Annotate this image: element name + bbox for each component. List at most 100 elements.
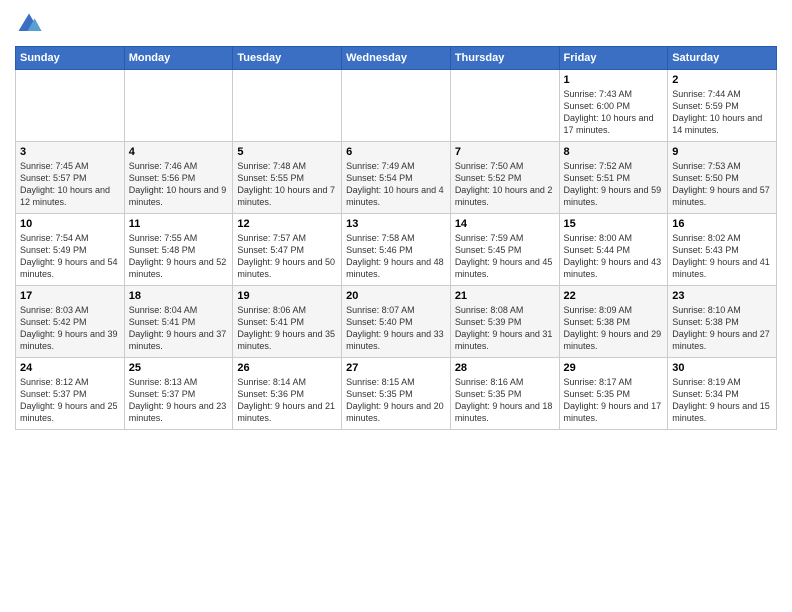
day-number: 21 [455, 290, 555, 302]
day-number: 28 [455, 362, 555, 374]
day-cell: 11 Sunrise: 7:55 AM Sunset: 5:48 PM Dayli… [124, 214, 233, 286]
day-number: 26 [237, 362, 337, 374]
day-number: 9 [672, 146, 772, 158]
day-cell: 2 Sunrise: 7:44 AM Sunset: 5:59 PM Daylig… [668, 70, 777, 142]
day-cell: 14 Sunrise: 7:59 AM Sunset: 5:45 PM Dayli… [450, 214, 559, 286]
header [15, 10, 777, 38]
column-header-sunday: Sunday [16, 47, 125, 70]
day-info: Sunrise: 8:16 AM Sunset: 5:35 PM Dayligh… [455, 376, 555, 425]
day-number: 16 [672, 218, 772, 230]
column-header-monday: Monday [124, 47, 233, 70]
day-info: Sunrise: 7:49 AM Sunset: 5:54 PM Dayligh… [346, 160, 446, 209]
day-info: Sunrise: 8:10 AM Sunset: 5:38 PM Dayligh… [672, 304, 772, 353]
day-cell: 10Sunrise: 7:54 AM Sunset: 5:49 PM Dayli… [16, 214, 125, 286]
day-number: 1 [564, 74, 664, 86]
day-cell: 24 Sunrise: 8:12 AM Sunset: 5:37 PM Dayli… [16, 358, 125, 430]
day-cell [124, 70, 233, 142]
day-info: Sunrise: 7:57 AM Sunset: 5:47 PM Dayligh… [237, 232, 337, 281]
day-info: Sunrise: 8:04 AM Sunset: 5:41 PM Dayligh… [129, 304, 229, 353]
column-header-tuesday: Tuesday [233, 47, 342, 70]
day-cell: 22 Sunrise: 8:09 AM Sunset: 5:38 PM Dayli… [559, 286, 668, 358]
day-number: 7 [455, 146, 555, 158]
day-info: Sunrise: 7:46 AM Sunset: 5:56 PM Dayligh… [129, 160, 229, 209]
day-info: Sunrise: 8:12 AM Sunset: 5:37 PM Dayligh… [20, 376, 120, 425]
day-info: Sunrise: 8:15 AM Sunset: 5:35 PM Dayligh… [346, 376, 446, 425]
day-cell: 9 Sunrise: 7:53 AM Sunset: 5:50 PM Daylig… [668, 142, 777, 214]
day-cell: 13 Sunrise: 7:58 AM Sunset: 5:46 PM Dayli… [342, 214, 451, 286]
day-number: 25 [129, 362, 229, 374]
day-cell: 1 Sunrise: 7:43 AM Sunset: 6:00 PM Daylig… [559, 70, 668, 142]
day-number: 29 [564, 362, 664, 374]
day-number: 27 [346, 362, 446, 374]
day-info: Sunrise: 8:19 AM Sunset: 5:34 PM Dayligh… [672, 376, 772, 425]
calendar-table: SundayMondayTuesdayWednesdayThursdayFrid… [15, 46, 777, 430]
day-info: Sunrise: 7:58 AM Sunset: 5:46 PM Dayligh… [346, 232, 446, 281]
day-number: 30 [672, 362, 772, 374]
calendar-body: 1 Sunrise: 7:43 AM Sunset: 6:00 PM Daylig… [16, 70, 777, 430]
day-info: Sunrise: 8:02 AM Sunset: 5:43 PM Dayligh… [672, 232, 772, 281]
day-cell: 4 Sunrise: 7:46 AM Sunset: 5:56 PM Daylig… [124, 142, 233, 214]
day-number: 14 [455, 218, 555, 230]
column-header-thursday: Thursday [450, 47, 559, 70]
day-info: Sunrise: 8:13 AM Sunset: 5:37 PM Dayligh… [129, 376, 229, 425]
day-info: Sunrise: 7:59 AM Sunset: 5:45 PM Dayligh… [455, 232, 555, 281]
day-info: Sunrise: 7:53 AM Sunset: 5:50 PM Dayligh… [672, 160, 772, 209]
day-info: Sunrise: 8:09 AM Sunset: 5:38 PM Dayligh… [564, 304, 664, 353]
day-info: Sunrise: 7:45 AM Sunset: 5:57 PM Dayligh… [20, 160, 120, 209]
day-number: 5 [237, 146, 337, 158]
day-cell [450, 70, 559, 142]
day-info: Sunrise: 8:03 AM Sunset: 5:42 PM Dayligh… [20, 304, 120, 353]
day-info: Sunrise: 7:50 AM Sunset: 5:52 PM Dayligh… [455, 160, 555, 209]
day-number: 19 [237, 290, 337, 302]
day-cell: 18Sunrise: 8:04 AM Sunset: 5:41 PM Dayli… [124, 286, 233, 358]
day-cell: 30 Sunrise: 8:19 AM Sunset: 5:34 PM Dayli… [668, 358, 777, 430]
day-number: 20 [346, 290, 446, 302]
day-cell: 12 Sunrise: 7:57 AM Sunset: 5:47 PM Dayli… [233, 214, 342, 286]
day-cell: 3Sunrise: 7:45 AM Sunset: 5:57 PM Daylig… [16, 142, 125, 214]
day-cell: 19Sunrise: 8:06 AM Sunset: 5:41 PM Dayli… [233, 286, 342, 358]
week-row-4: 17 Sunrise: 8:03 AM Sunset: 5:42 PM Dayli… [16, 286, 777, 358]
week-row-1: 1 Sunrise: 7:43 AM Sunset: 6:00 PM Daylig… [16, 70, 777, 142]
day-cell: 27 Sunrise: 8:15 AM Sunset: 5:35 PM Dayli… [342, 358, 451, 430]
day-cell: 21 Sunrise: 8:08 AM Sunset: 5:39 PM Dayli… [450, 286, 559, 358]
week-row-3: 10Sunrise: 7:54 AM Sunset: 5:49 PM Dayli… [16, 214, 777, 286]
day-info: Sunrise: 8:14 AM Sunset: 5:36 PM Dayligh… [237, 376, 337, 425]
column-header-friday: Friday [559, 47, 668, 70]
day-number: 11 [129, 218, 229, 230]
day-info: Sunrise: 7:44 AM Sunset: 5:59 PM Dayligh… [672, 88, 772, 137]
day-number: 2 [672, 74, 772, 86]
day-info: Sunrise: 7:48 AM Sunset: 5:55 PM Dayligh… [237, 160, 337, 209]
day-info: Sunrise: 8:00 AM Sunset: 5:44 PM Dayligh… [564, 232, 664, 281]
day-cell: 5 Sunrise: 7:48 AM Sunset: 5:55 PM Daylig… [233, 142, 342, 214]
logo [15, 10, 47, 38]
week-row-5: 24 Sunrise: 8:12 AM Sunset: 5:37 PM Dayli… [16, 358, 777, 430]
column-header-saturday: Saturday [668, 47, 777, 70]
header-row: SundayMondayTuesdayWednesdayThursdayFrid… [16, 47, 777, 70]
week-row-2: 3Sunrise: 7:45 AM Sunset: 5:57 PM Daylig… [16, 142, 777, 214]
day-info: Sunrise: 7:43 AM Sunset: 6:00 PM Dayligh… [564, 88, 664, 137]
day-number: 22 [564, 290, 664, 302]
day-info: Sunrise: 8:08 AM Sunset: 5:39 PM Dayligh… [455, 304, 555, 353]
day-number: 24 [20, 362, 120, 374]
column-header-wednesday: Wednesday [342, 47, 451, 70]
day-number: 17 [20, 290, 120, 302]
day-number: 8 [564, 146, 664, 158]
day-info: Sunrise: 8:07 AM Sunset: 5:40 PM Dayligh… [346, 304, 446, 353]
day-number: 12 [237, 218, 337, 230]
day-cell: 28 Sunrise: 8:16 AM Sunset: 5:35 PM Dayli… [450, 358, 559, 430]
calendar-header: SundayMondayTuesdayWednesdayThursdayFrid… [16, 47, 777, 70]
day-cell: 16 Sunrise: 8:02 AM Sunset: 5:43 PM Dayli… [668, 214, 777, 286]
day-cell [233, 70, 342, 142]
day-number: 13 [346, 218, 446, 230]
day-number: 10 [20, 218, 120, 230]
day-cell: 29Sunrise: 8:17 AM Sunset: 5:35 PM Dayli… [559, 358, 668, 430]
day-cell: 17 Sunrise: 8:03 AM Sunset: 5:42 PM Dayli… [16, 286, 125, 358]
page-container: SundayMondayTuesdayWednesdayThursdayFrid… [0, 0, 792, 440]
day-number: 23 [672, 290, 772, 302]
day-info: Sunrise: 7:55 AM Sunset: 5:48 PM Dayligh… [129, 232, 229, 281]
day-cell: 23 Sunrise: 8:10 AM Sunset: 5:38 PM Dayli… [668, 286, 777, 358]
day-cell [342, 70, 451, 142]
day-number: 4 [129, 146, 229, 158]
day-cell: 8Sunrise: 7:52 AM Sunset: 5:51 PM Daylig… [559, 142, 668, 214]
logo-icon [15, 10, 43, 38]
